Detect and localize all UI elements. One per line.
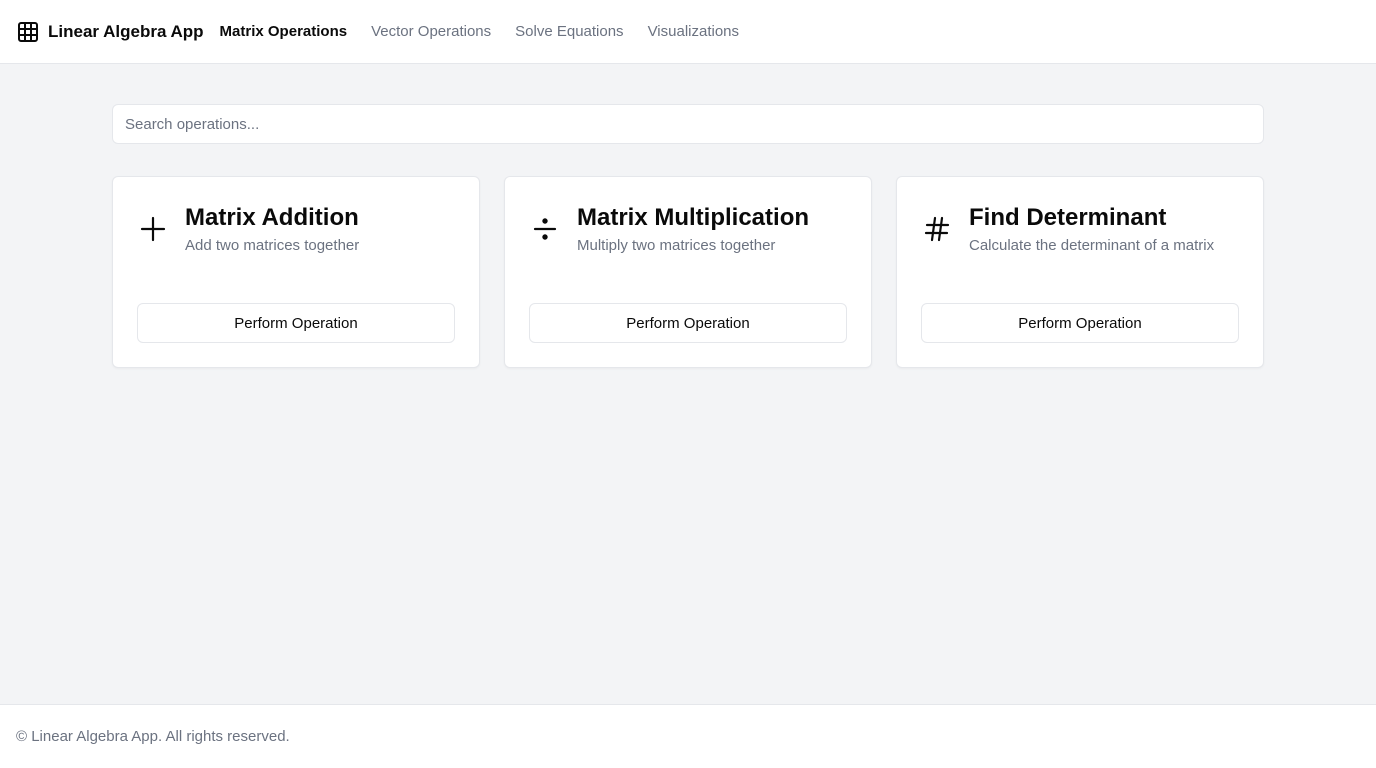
grid-icon [17, 21, 39, 43]
perform-operation-button[interactable]: Perform Operation [529, 303, 847, 343]
card-description: Add two matrices together [185, 237, 360, 254]
perform-operation-button[interactable]: Perform Operation [921, 303, 1239, 343]
app-title: Linear Algebra App [48, 21, 204, 41]
card-description: Multiply two matrices together [577, 237, 776, 254]
app-header: Linear Algebra App Matrix Operations Vec… [0, 0, 1376, 64]
card-title: Matrix Multiplication [577, 204, 810, 231]
hash-icon [921, 213, 953, 245]
brand[interactable]: Linear Algebra App [17, 21, 204, 43]
card-find-determinant: Find Determinant Calculate the determina… [896, 176, 1264, 368]
divide-icon [529, 213, 561, 245]
main-nav: Matrix Operations Vector Operations Solv… [220, 23, 763, 40]
app-footer: © Linear Algebra App. All rights reserve… [0, 704, 1376, 768]
card-title: Find Determinant [969, 204, 1167, 231]
nav-vector-operations[interactable]: Vector Operations [371, 23, 491, 40]
card-matrix-multiplication: Matrix Multiplication Multiply two matri… [504, 176, 872, 368]
operation-cards: Matrix Addition Add two matrices togethe… [112, 176, 1264, 368]
nav-matrix-operations[interactable]: Matrix Operations [220, 23, 348, 40]
nav-solve-equations[interactable]: Solve Equations [515, 23, 623, 40]
copyright-text: © Linear Algebra App. All rights reserve… [16, 728, 290, 745]
plus-icon [137, 213, 169, 245]
nav-visualizations[interactable]: Visualizations [648, 23, 739, 40]
search-input[interactable] [112, 104, 1264, 144]
card-description: Calculate the determinant of a matrix [969, 237, 1215, 254]
perform-operation-button[interactable]: Perform Operation [137, 303, 455, 343]
card-title: Matrix Addition [185, 204, 359, 231]
card-matrix-addition: Matrix Addition Add two matrices togethe… [112, 176, 480, 368]
